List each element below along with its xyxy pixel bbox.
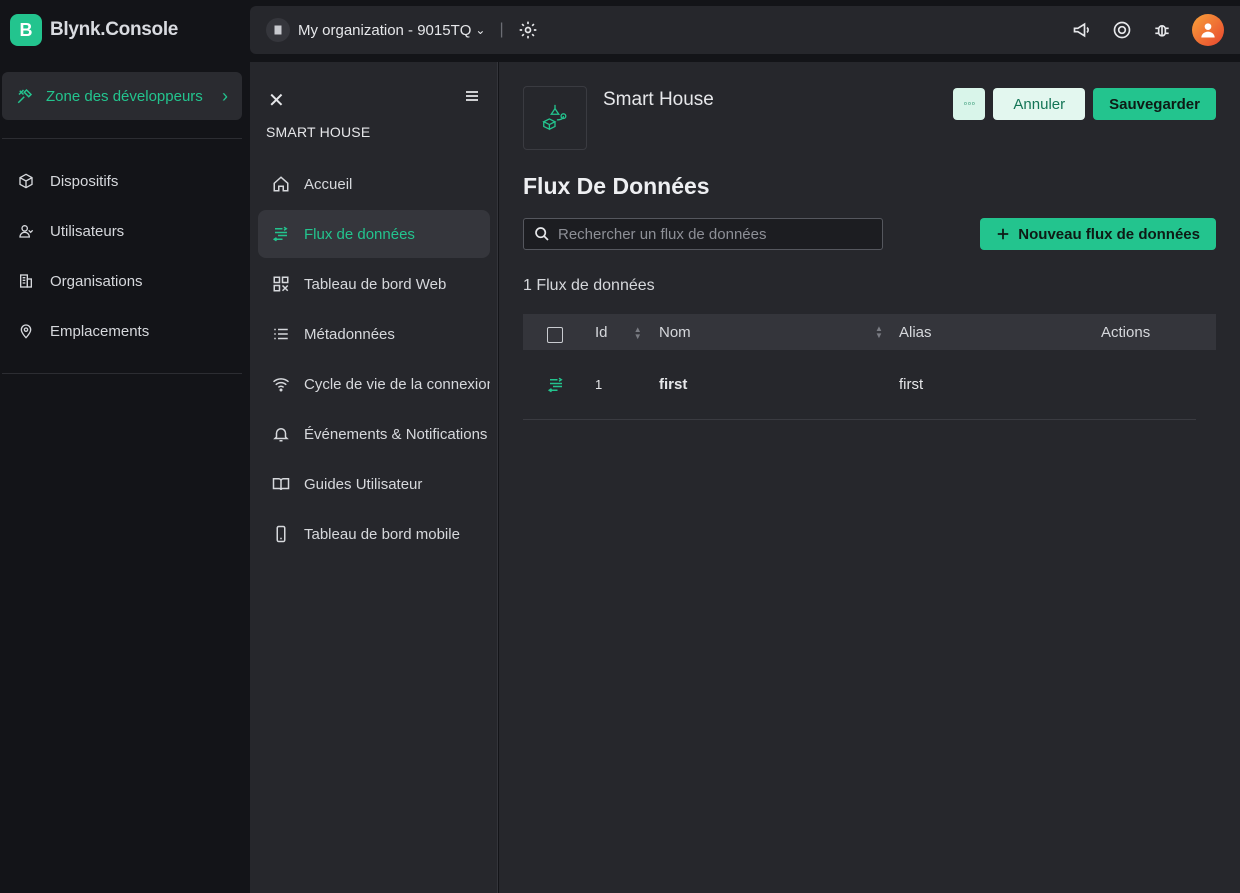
subnav-item-label: Accueil: [304, 175, 353, 193]
book-icon: [272, 478, 290, 491]
subnav-item-accueil[interactable]: Accueil: [258, 160, 490, 208]
chevron-right-icon: ›: [222, 85, 228, 106]
subnav-item-metadonnees[interactable]: Métadonnées: [258, 310, 490, 358]
search-box[interactable]: [523, 218, 883, 250]
sort-icon[interactable]: ▲ ▼: [634, 325, 642, 340]
subnav-item-tableau-mobile[interactable]: Tableau de bord mobile: [258, 510, 490, 558]
top-bar: My organization - 9015TQ ⌄ |: [250, 6, 1240, 54]
subnav-item-flux-de-donnees[interactable]: Flux de données: [258, 210, 490, 258]
tools-icon: [17, 88, 33, 104]
datastream-icon: [272, 226, 288, 242]
datastream-count: 1 Flux de données: [523, 277, 655, 294]
building-icon: [20, 274, 32, 288]
subnav-item-guides[interactable]: Guides Utilisateur: [258, 460, 490, 508]
search-icon: [535, 227, 549, 241]
megaphone-icon[interactable]: [1072, 20, 1092, 40]
subnav-item-label: Tableau de bord Web: [304, 275, 447, 293]
subnav-item-label: Métadonnées: [304, 325, 395, 343]
home-icon: [273, 176, 289, 192]
hamburger-menu-icon[interactable]: [464, 88, 480, 104]
sidebar-item-emplacements[interactable]: Emplacements: [0, 306, 250, 356]
header-label: Alias: [899, 323, 932, 341]
select-all-checkbox[interactable]: [547, 327, 563, 343]
divider: [2, 138, 242, 139]
subnav-item-label: Flux de données: [304, 225, 415, 243]
cell-alias: first: [899, 376, 924, 393]
subnav-item-cycle-de-vie[interactable]: Cycle de vie de la connexion: [258, 360, 490, 408]
cancel-button[interactable]: Annuler: [993, 88, 1086, 120]
subnav-item-label: Cycle de vie de la connexion: [304, 375, 490, 393]
column-header-alias[interactable]: Alias: [899, 324, 932, 341]
cell-id: 1: [595, 377, 603, 392]
header-actions: ◦◦◦ Annuler Sauvegarder: [953, 88, 1216, 120]
template-name: Smart House: [603, 89, 714, 110]
subnav-item-label: Tableau de bord mobile: [304, 525, 460, 543]
column-header-name[interactable]: Nom: [659, 324, 691, 341]
chevron-down-icon[interactable]: ⌄: [475, 23, 485, 37]
mobile-icon: [276, 525, 286, 543]
dashboard-icon: [273, 276, 289, 292]
divider: [2, 373, 242, 374]
users-icon: [19, 225, 34, 238]
sidebar-item-label: Organisations: [50, 272, 143, 290]
subnav-item-tableau-de-bord-web[interactable]: Tableau de bord Web: [258, 260, 490, 308]
more-options-button[interactable]: ◦◦◦: [953, 88, 986, 120]
table-header: Id ▲ ▼ Nom ▲ ▼ Alias Actions: [523, 314, 1216, 350]
bug-icon[interactable]: [1152, 20, 1172, 40]
sidebar-item-dispositifs[interactable]: Dispositifs: [0, 156, 250, 206]
cube-icon: [19, 173, 33, 189]
sort-icon[interactable]: ▲ ▼: [875, 325, 883, 340]
column-header-id[interactable]: Id ▲ ▼: [595, 324, 642, 341]
developer-zone-label: Zone des développeurs: [46, 87, 203, 105]
organization-selector[interactable]: My organization - 9015TQ: [298, 22, 471, 39]
sidebar-item-label: Emplacements: [50, 322, 150, 340]
wifi-icon: [273, 378, 289, 392]
main-content: Smart House ◦◦◦ Annuler Sauvegarder Flux…: [499, 62, 1240, 893]
sidebar-item-label: Utilisateurs: [50, 222, 125, 240]
separator: |: [499, 21, 504, 38]
subnav-list: Accueil Flux de données Tableau de bord …: [258, 160, 490, 560]
header-label: Nom: [659, 323, 691, 341]
sidebar-item-label: Dispositifs: [50, 172, 119, 190]
sidebar-item-organisations[interactable]: Organisations: [0, 256, 250, 306]
brand[interactable]: B Blynk.Console: [10, 14, 178, 46]
subnav-item-label: Événements & Notifications: [304, 425, 488, 443]
avatar[interactable]: [1192, 14, 1224, 46]
organization-icon: [266, 18, 290, 42]
page-title: Flux De Données: [523, 173, 710, 199]
template-image[interactable]: [523, 86, 587, 150]
location-pin-icon: [20, 324, 32, 339]
help-lifebuoy-icon[interactable]: [1112, 20, 1132, 40]
bell-icon: [273, 428, 289, 442]
table-row[interactable]: 1 first first: [523, 350, 1196, 420]
sidebar-item-utilisateurs[interactable]: Utilisateurs: [0, 206, 250, 256]
new-datastream-button[interactable]: Nouveau flux de données: [980, 218, 1216, 250]
column-header-actions: Actions: [1101, 324, 1150, 341]
smart-house-icon: [542, 104, 567, 131]
list-icon: [274, 328, 288, 340]
search-input[interactable]: [558, 225, 868, 243]
subnav-item-evenements[interactable]: Événements & Notifications: [258, 410, 490, 458]
header-label: Actions: [1101, 323, 1151, 341]
top-actions: [1072, 14, 1224, 46]
new-datastream-label: Nouveau flux de données: [1018, 225, 1200, 243]
subnav-item-label: Guides Utilisateur: [304, 475, 423, 493]
developer-zone-button[interactable]: Zone des développeurs ›: [2, 72, 242, 120]
header-label: Id: [595, 323, 608, 341]
app-sidebar: B Blynk.Console Zone des développeurs › …: [0, 0, 250, 893]
template-title: SMART HOUSE: [266, 124, 371, 140]
cell-name[interactable]: first: [659, 376, 687, 393]
gear-icon[interactable]: [518, 20, 538, 40]
close-icon[interactable]: ✕: [268, 88, 285, 113]
template-subnav: ✕ SMART HOUSE Accueil Flux de données Ta…: [250, 62, 498, 893]
brand-name: Blynk.Console: [50, 19, 179, 40]
plus-icon: [998, 228, 1009, 240]
sidebar-nav: Dispositifs Utilisateurs Organisations E…: [0, 156, 250, 356]
datastream-icon: [547, 377, 563, 392]
save-button[interactable]: Sauvegarder: [1093, 88, 1216, 120]
datastream-table: Id ▲ ▼ Nom ▲ ▼ Alias Actions 1 first first: [523, 314, 1216, 420]
brand-logo: B: [10, 14, 42, 46]
